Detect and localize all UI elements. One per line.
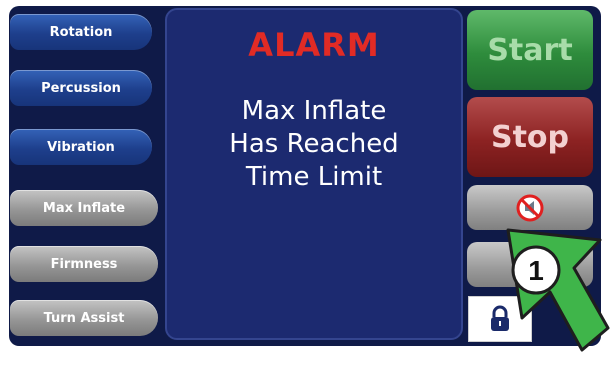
rotation-button-label: Rotation: [49, 24, 113, 40]
max-inflate-button[interactable]: Max Inflate: [10, 190, 158, 226]
alarm-display: ALARM Max Inflate Has Reached Time Limit: [165, 8, 463, 340]
alarm-message-line: Max Inflate: [241, 96, 387, 126]
pointing-arrow-icon: 1: [506, 228, 610, 352]
percussion-button[interactable]: Percussion: [10, 70, 152, 106]
alarm-title: ALARM: [248, 26, 380, 64]
max-inflate-button-label: Max Inflate: [42, 200, 126, 216]
firmness-button[interactable]: Firmness: [10, 246, 158, 282]
turn-assist-button[interactable]: Turn Assist: [10, 300, 158, 336]
start-button[interactable]: Start: [467, 10, 593, 90]
vibration-button[interactable]: Vibration: [10, 129, 152, 165]
callout-number: 1: [528, 255, 544, 286]
alarm-message-line: Time Limit: [245, 162, 383, 192]
alarm-message-line: Has Reached: [229, 129, 399, 159]
firmness-button-label: Firmness: [50, 256, 118, 272]
percussion-button-label: Percussion: [41, 80, 121, 96]
turn-assist-button-label: Turn Assist: [43, 310, 125, 326]
stop-button[interactable]: Stop: [467, 97, 593, 177]
stop-button-label: Stop: [490, 119, 570, 155]
vibration-button-label: Vibration: [47, 139, 115, 155]
rotation-button[interactable]: Rotation: [10, 14, 152, 50]
alarm-message: Max Inflate Has Reached Time Limit: [167, 95, 461, 194]
start-button-label: Start: [487, 32, 573, 68]
